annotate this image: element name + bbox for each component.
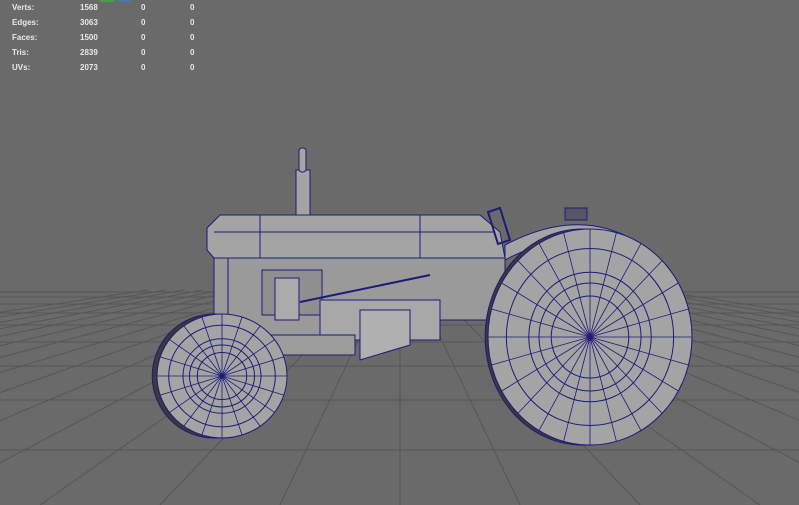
axle-housing [359,309,411,361]
hud-label: Faces: [12,33,38,42]
exhaust-tip [298,147,307,173]
rear-wheel [484,228,693,446]
hud-highlighted: 0 [190,48,195,57]
hud-selected: 0 [141,18,146,27]
hud-selected: 0 [141,3,146,12]
seat [564,207,588,221]
hud-highlighted: 0 [190,33,195,42]
front-wheel [151,313,288,439]
hood [206,214,506,259]
hud-label: Edges: [12,18,39,27]
exhaust-stack [295,169,311,216]
wheel-hub [588,335,592,339]
hud-label: UVs: [12,63,31,72]
hud-selected: 0 [141,48,146,57]
grid-line [0,289,149,313]
hud-total: 2073 [80,63,98,72]
hud-highlighted: 0 [190,3,195,12]
hud-total: 1500 [80,33,98,42]
hud-total: 1568 [80,3,98,12]
filter [274,277,300,321]
hud-label: Tris: [12,48,29,57]
wheel-hub [220,374,224,378]
hud-selected: 0 [141,33,146,42]
hud-total: 3063 [80,18,98,27]
viewport[interactable] [0,0,799,505]
hud-label: Verts: [12,3,35,12]
hud-selected: 0 [141,63,146,72]
hud-total: 2839 [80,48,98,57]
front-axle [269,334,356,356]
grid-line [0,289,167,318]
hud-highlighted: 0 [190,18,195,27]
hud-highlighted: 0 [190,63,195,72]
